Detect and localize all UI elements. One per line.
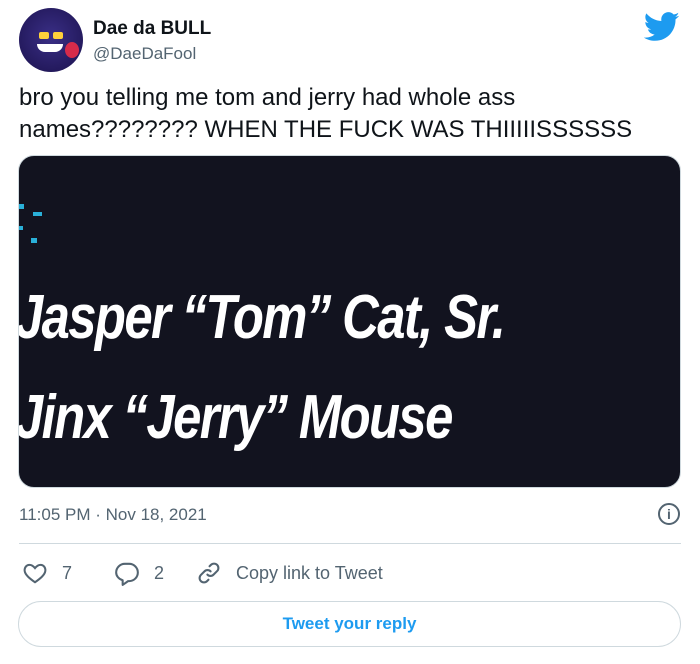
media-decoration [31,238,37,243]
tweet-text: bro you telling me tom and jerry had who… [19,84,633,143]
twitter-bird-icon[interactable] [644,12,680,42]
media-decoration [19,204,24,209]
tweet-timestamp[interactable]: 11:05 PM · Nov 18, 2021 [19,505,207,525]
author-display-name[interactable]: Dae da BULL [93,18,211,40]
reply-button[interactable]: 2 [114,560,164,586]
heart-icon [23,563,47,584]
reply-count: 2 [154,562,165,583]
avatar-mouth [37,44,63,52]
info-icon[interactable]: i [658,503,680,525]
link-icon [198,562,220,584]
media-decoration [19,226,23,230]
media-text-line-1: Jasper “Tom” Cat, Sr. [18,283,506,352]
divider [19,543,681,544]
avatar-eye-left [39,32,49,39]
copy-link-label: Copy link to Tweet [236,562,383,583]
avatar-eye-right [53,32,63,39]
copy-link-button[interactable]: Copy link to Tweet [196,560,383,586]
media-text-line-2: Jinx “Jerry” Mouse [18,383,453,452]
media-decoration [33,212,42,216]
tweet-media-image[interactable]: Jasper “Tom” Cat, Sr. Jinx “Jerry” Mouse [18,155,681,488]
avatar-cheek [65,42,79,58]
like-count: 7 [62,562,73,583]
author-handle[interactable]: @DaeDaFool [93,44,196,64]
author-avatar[interactable] [19,8,83,72]
reply-icon [115,562,139,586]
like-button[interactable]: 7 [22,560,72,586]
tweet-your-reply-button[interactable]: Tweet your reply [18,601,681,647]
